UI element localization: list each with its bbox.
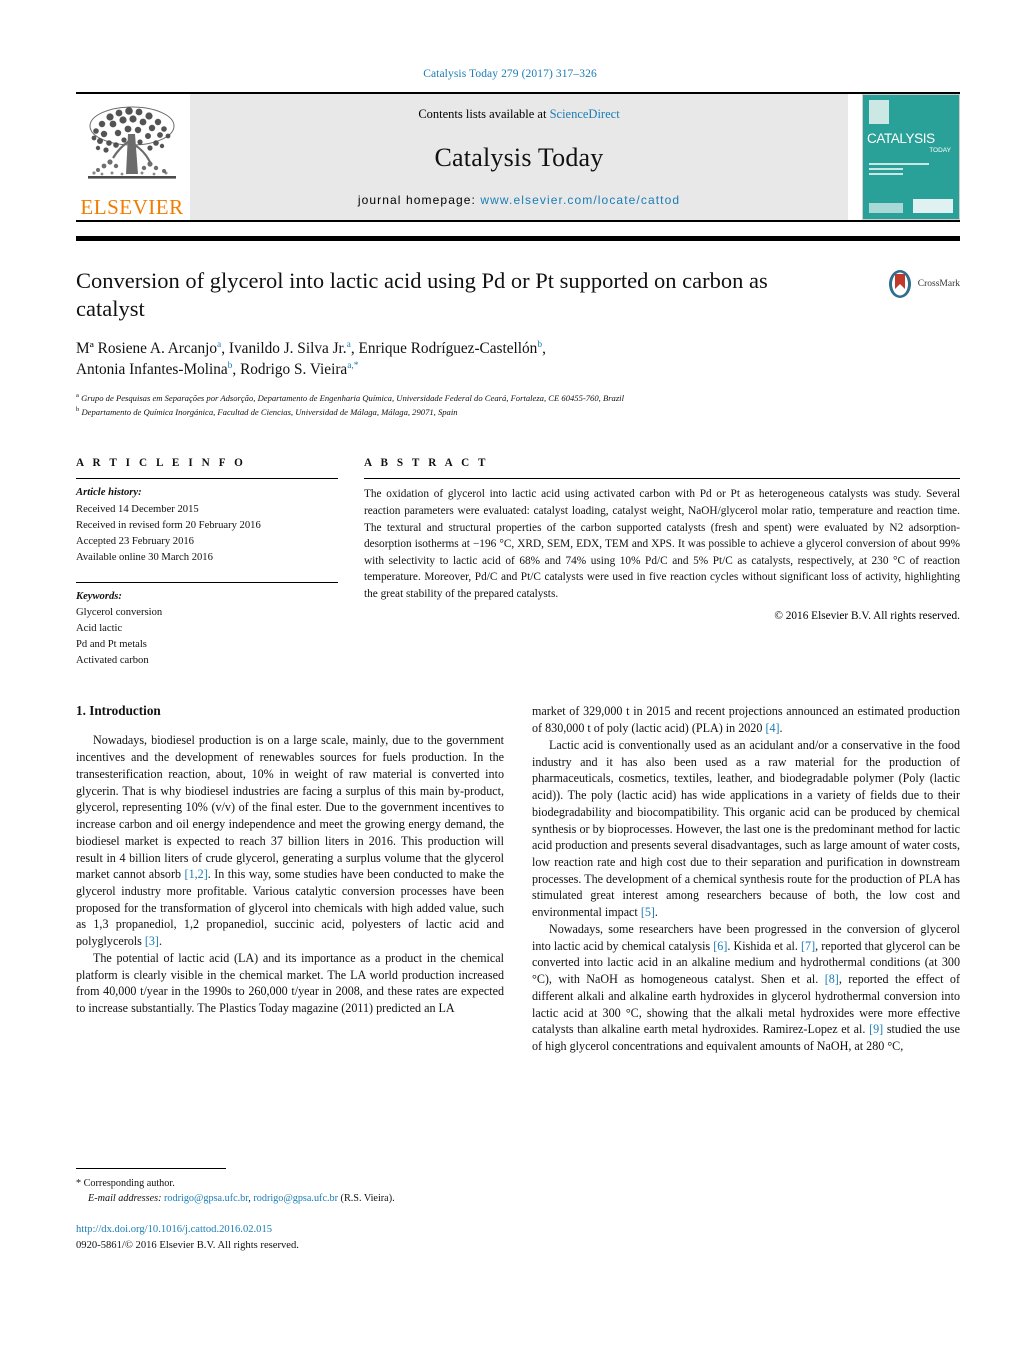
email-link-2[interactable]: rodrigo@gpsa.ufc.br (253, 1193, 338, 1204)
masthead-bottom-rule (76, 220, 960, 222)
history-item-3: Available online 30 March 2016 (76, 551, 213, 563)
author-2: Enrique Rodríguez-Castellónb (358, 340, 542, 357)
author-1: Ivanildo J. Silva Jr.a (229, 340, 351, 357)
author-4-mark: a,* (347, 361, 359, 372)
affiliation-a-text: Grupo de Pesquisas em Separações por Ads… (81, 392, 624, 403)
author-0: Mª Rosiene A. Arcanjoa (76, 340, 221, 357)
keyword-1: Acid lactic (76, 623, 123, 635)
citation-ref[interactable]: [8] (825, 972, 839, 986)
citation-ref[interactable]: [9] (869, 1022, 883, 1036)
citation-ref[interactable]: [4] (765, 721, 779, 735)
journal-title: Catalysis Today (434, 142, 604, 172)
email-link-1[interactable]: rodrigo@gpsa.ufc.br (164, 1193, 248, 1204)
crossmark-icon (888, 270, 911, 298)
affiliation-b-text: Departamento de Química Inorgánica, Facu… (81, 407, 458, 418)
author-0-mark: a (217, 339, 222, 350)
author-list: Mª Rosiene A. Arcanjoa, Ivanildo J. Silv… (76, 339, 546, 379)
author-2-mark: b (537, 339, 543, 350)
page-title: Conversion of glycerol into lactic acid … (76, 268, 768, 322)
corresponding-author-line: * Corresponding author. (76, 1178, 175, 1189)
author-3-mark: b (227, 361, 233, 372)
paragraph-right-0: market of 329,000 t in 2015 and recent p… (532, 704, 960, 736)
article-info-heading: A R T I C L E I N F O (76, 457, 246, 470)
abstract-column: A B S T R A C T The oxidation of glycero… (364, 457, 960, 669)
article-history-label: Article history: (76, 487, 142, 499)
title-block: Conversion of glycerol into lactic acid … (76, 267, 960, 324)
history-item-2: Accepted 23 February 2016 (76, 535, 194, 547)
issn-copyright-line: 0920-5861/© 2016 Elsevier B.V. All right… (76, 1239, 299, 1251)
paragraph-left-1: The potential of lactic acid (LA) and it… (76, 950, 504, 1016)
doi-link[interactable]: http://dx.doi.org/10.1016/j.cattod.2016.… (76, 1222, 516, 1238)
contents-available-line: Contents lists available at ScienceDirec… (418, 107, 619, 122)
author-0-name: Mª Rosiene A. Arcanjo (76, 339, 218, 357)
keyword-2: Pd and Pt metals (76, 639, 147, 651)
author-2-name: Enrique Rodríguez-Castellón (358, 339, 538, 357)
elsevier-wordmark: ELSEVIER (80, 195, 184, 219)
keyword-0: Glycerol conversion (76, 607, 163, 619)
journal-cover-thumbnail[interactable]: CATALYSIS TODAY (862, 94, 960, 220)
journal-band: Contents lists available at ScienceDirec… (190, 94, 848, 220)
crossmark-badge[interactable]: CrossMark (885, 269, 960, 299)
citation-ref[interactable]: [6] (713, 939, 727, 953)
affiliation-a: a Grupo de Pesquisas em Separações por A… (76, 391, 960, 405)
paragraph-left-0: Nowadays, biodiesel production is on a l… (76, 733, 504, 949)
section-heading-introduction: 1. Introduction (76, 703, 161, 719)
citation-ref[interactable]: [3] (145, 934, 159, 948)
paragraph-right-1: Lactic acid is conventionally used as an… (532, 737, 960, 920)
citation-ref[interactable]: [5] (641, 905, 655, 919)
affiliation-a-mark: a (76, 392, 79, 400)
author-4: Rodrigo S. Vieiraa,* (240, 361, 359, 378)
cover-subtitle: TODAY (929, 147, 951, 154)
body-right-column: market of 329,000 t in 2015 and recent p… (532, 703, 960, 1054)
affiliation-list: a Grupo de Pesquisas em Separações por A… (76, 391, 960, 419)
journal-homepage-link[interactable]: www.elsevier.com/locate/cattod (480, 193, 680, 207)
history-item-0: Received 14 December 2015 (76, 503, 199, 515)
citation-ref[interactable]: [1,2] (185, 867, 208, 881)
abstract-heading: A B S T R A C T (364, 457, 489, 470)
abstract-text: The oxidation of glycerol into lactic ac… (364, 488, 960, 601)
journal-masthead: ELSEVIER Contents lists available at Sci… (76, 92, 960, 220)
keywords-label: Keywords: (76, 590, 122, 602)
history-item-1: Received in revised form 20 February 201… (76, 519, 261, 531)
crossmark-label: CrossMark (917, 279, 960, 289)
homepage-prefix: journal homepage: (357, 193, 481, 207)
body-left-column: 1. Introduction Nowadays, biodiesel prod… (76, 703, 504, 1054)
elsevier-logo: ELSEVIER (76, 94, 188, 220)
body-columns: 1. Introduction Nowadays, biodiesel prod… (76, 703, 960, 1054)
sciencedirect-link[interactable]: ScienceDirect (550, 107, 620, 121)
author-4-name: Rodrigo S. Vieira (240, 361, 348, 379)
paper-page: Catalysis Today 279 (2017) 317–326 ELSEV… (0, 0, 1020, 1351)
elsevier-tree-icon (88, 106, 176, 179)
article-history-block: Article history: Received 14 December 20… (76, 479, 338, 565)
paragraph-right-2: Nowadays, some researchers have been pro… (532, 921, 960, 1054)
cover-publisher-mark (869, 100, 889, 124)
affiliation-b-mark: b (76, 406, 80, 414)
info-abstract-row: A R T I C L E I N F O Article history: R… (76, 457, 960, 669)
publication-footer: http://dx.doi.org/10.1016/j.cattod.2016.… (76, 1222, 516, 1254)
author-1-name: Ivanildo J. Silva Jr. (228, 339, 347, 357)
email-attribution: (R.S. Vieira). (338, 1193, 395, 1205)
citation-ref[interactable]: [7] (801, 939, 815, 953)
author-3: Antonia Infantes-Molinab (76, 361, 232, 378)
header-thick-bar (76, 236, 960, 241)
keyword-3: Activated carbon (76, 655, 149, 667)
footnote-rule (76, 1168, 226, 1169)
cover-title: CATALYSIS (867, 131, 935, 146)
contents-prefix: Contents lists available at (418, 107, 550, 121)
affiliation-b: b Departamento de Química Inorgánica, Fa… (76, 405, 960, 419)
author-1-mark: a (346, 339, 351, 350)
email-label: E-mail addresses: (88, 1193, 162, 1205)
author-3-name: Antonia Infantes-Molina (76, 361, 228, 379)
running-head: Catalysis Today 279 (2017) 317–326 (423, 68, 597, 80)
journal-homepage-line: journal homepage: www.elsevier.com/locat… (358, 193, 680, 207)
cover-text-lines (869, 163, 953, 178)
abstract-copyright: © 2016 Elsevier B.V. All rights reserved… (774, 609, 960, 622)
article-info-column: A R T I C L E I N F O Article history: R… (76, 457, 338, 669)
keywords-block: Keywords: Glycerol conversion Acid lacti… (76, 583, 338, 669)
email-line: E-mail addresses: rodrigo@gpsa.ufc.br, r… (76, 1191, 496, 1206)
corresponding-author-footnote: * Corresponding author. E-mail addresses… (76, 1168, 496, 1206)
cover-footer (869, 199, 953, 213)
